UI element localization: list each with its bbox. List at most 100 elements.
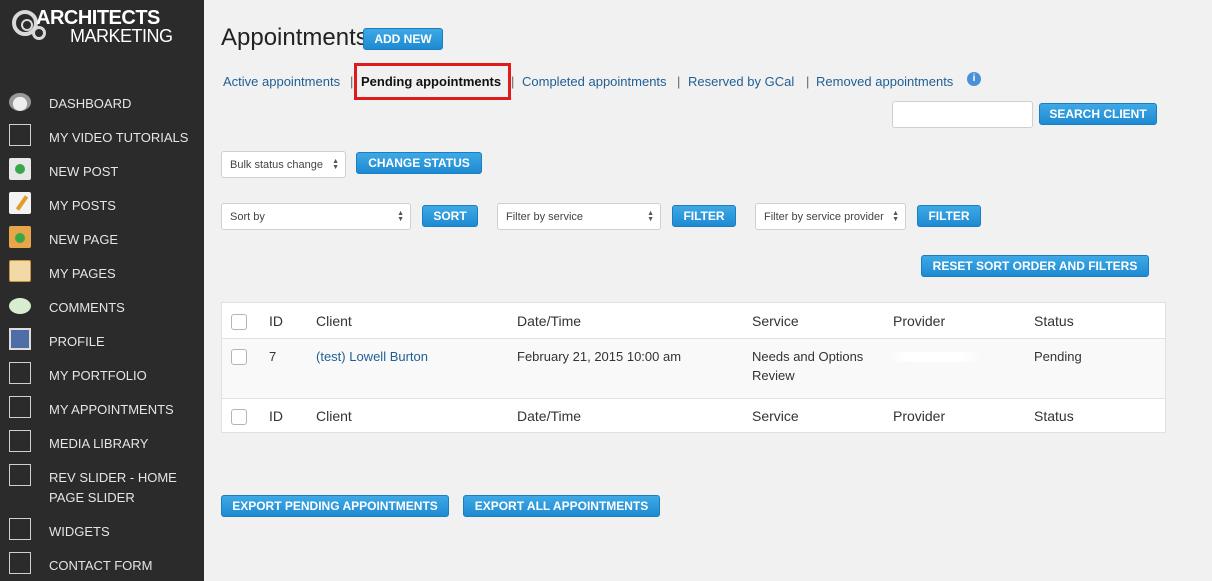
filter-provider-button[interactable]: FILTER [917,205,981,227]
filter-provider-value: Filter by service provider [764,210,884,223]
sidebar-item-label: NEW POST [49,164,119,179]
sidebar-item-my-pages[interactable]: MY PAGES [0,258,204,288]
tab-pending-appointments[interactable]: Pending appointments [361,74,501,89]
tab-separator: | [677,74,681,89]
column-header-client[interactable]: Client [316,313,352,329]
info-icon[interactable]: i [967,72,981,86]
row-id: 7 [269,349,277,364]
table-footer-row: ID Client Date/Time Service Provider Sta… [222,398,1165,433]
bulk-status-value: Bulk status change [230,158,323,171]
new-page-icon [9,226,31,248]
filter-provider-select[interactable]: Filter by service provider ▲ ▼ [755,203,906,230]
placeholder-box-icon [9,518,31,540]
filter-service-button[interactable]: FILTER [672,205,736,227]
page-title: Appointments [221,24,368,51]
sidebar-item-label: CONTACT FORM [49,558,153,573]
tab-reserved-by-gcal[interactable]: Reserved by GCal [688,74,794,89]
sort-by-select[interactable]: Sort by ▲ ▼ [221,203,411,230]
appointments-table: ID Client Date/Time Service Provider Sta… [221,302,1166,433]
tab-separator: | [806,74,810,89]
select-all-checkbox[interactable] [231,314,247,330]
placeholder-box-icon [9,552,31,574]
filter-service-select[interactable]: Filter by service ▲ ▼ [497,203,661,230]
sidebar-item-comments[interactable]: COMMENTS [0,292,204,322]
sidebar-item-label: REV SLIDER - HOME PAGE SLIDER [49,470,177,505]
sidebar-item-my-portfolio[interactable]: MY PORTFOLIO [0,360,204,390]
sidebar-item-new-page[interactable]: NEW PAGE [0,224,204,254]
sidebar: ARCHITECTS MARKETING DASHBOARD MY VIDEO … [0,0,204,581]
column-footer-datetime[interactable]: Date/Time [517,408,581,424]
column-footer-provider[interactable]: Provider [893,408,945,424]
export-pending-button[interactable]: EXPORT PENDING APPOINTMENTS [221,495,449,517]
row-checkbox[interactable] [231,349,247,365]
profile-icon [9,328,31,350]
select-arrows-icon: ▲ ▼ [397,210,404,223]
sidebar-item-label: WIDGETS [49,524,110,539]
search-client-input[interactable] [892,101,1033,128]
sort-by-value: Sort by [230,210,265,223]
sidebar-item-my-appointments[interactable]: MY APPOINTMENTS [0,394,204,424]
sidebar-item-label: NEW PAGE [49,232,119,247]
column-footer-id[interactable]: ID [269,408,283,424]
tab-separator: | [350,74,354,89]
sidebar-item-profile[interactable]: PROFILE [0,326,204,356]
row-datetime: February 21, 2015 10:00 am [517,349,682,364]
column-footer-service[interactable]: Service [752,408,799,424]
placeholder-box-icon [9,124,31,146]
sidebar-item-my-posts[interactable]: MY POSTS [0,190,204,220]
column-footer-client[interactable]: Client [316,408,352,424]
sort-button[interactable]: SORT [422,205,478,227]
placeholder-box-icon [9,362,31,384]
provider-redacted [889,352,981,362]
sidebar-item-label: MEDIA LIBRARY [49,436,149,451]
search-client-button[interactable]: SEARCH CLIENT [1039,103,1157,125]
select-all-checkbox-footer[interactable] [231,409,247,425]
logo-line2: MARKETING [70,26,173,46]
sidebar-item-my-video-tutorials[interactable]: MY VIDEO TUTORIALS [0,122,204,152]
row-service-line1: Needs and Options [752,349,864,364]
sidebar-item-dashboard[interactable]: DASHBOARD [0,88,204,118]
sidebar-item-widgets[interactable]: WIDGETS [0,516,204,546]
sidebar-item-contact-form[interactable]: CONTACT FORM [0,550,204,580]
tab-active-appointments[interactable]: Active appointments [223,74,340,89]
select-arrows-icon: ▲ ▼ [332,158,339,171]
bulk-status-select[interactable]: Bulk status change ▲ ▼ [221,151,346,178]
column-header-id[interactable]: ID [269,313,283,329]
sidebar-item-label: MY PORTFOLIO [49,368,147,383]
sidebar-item-label: MY PAGES [49,266,116,281]
sidebar-item-label: PROFILE [49,334,105,349]
add-new-button[interactable]: ADD NEW [363,28,443,50]
column-header-status[interactable]: Status [1034,313,1074,329]
column-header-datetime[interactable]: Date/Time [517,313,581,329]
export-all-button[interactable]: EXPORT ALL APPOINTMENTS [463,495,660,517]
sidebar-item-label: MY POSTS [49,198,116,213]
column-header-provider[interactable]: Provider [893,313,945,329]
row-status: Pending [1034,349,1082,364]
sidebar-item-new-post[interactable]: NEW POST [0,156,204,186]
sidebar-item-rev-slider[interactable]: REV SLIDER - HOME PAGE SLIDER [0,462,204,506]
column-header-service[interactable]: Service [752,313,799,329]
placeholder-box-icon [9,464,31,486]
column-footer-status[interactable]: Status [1034,408,1074,424]
client-link[interactable]: (test) Lowell Burton [316,347,428,366]
sidebar-item-media-library[interactable]: MEDIA LIBRARY [0,428,204,458]
table-header-row: ID Client Date/Time Service Provider Sta… [222,303,1165,339]
architects-marketing-logo[interactable]: ARCHITECTS MARKETING [12,8,182,48]
new-post-icon [9,158,31,180]
sidebar-item-label: MY VIDEO TUTORIALS [49,130,189,145]
select-arrows-icon: ▲ ▼ [647,210,654,223]
tab-completed-appointments[interactable]: Completed appointments [522,74,667,89]
row-service-line2: Review [752,368,795,383]
tab-removed-appointments[interactable]: Removed appointments [816,74,953,89]
filter-service-value: Filter by service [506,210,584,223]
change-status-button[interactable]: CHANGE STATUS [356,152,482,174]
sidebar-item-label: MY APPOINTMENTS [49,402,174,417]
sidebar-item-label: DASHBOARD [49,96,132,111]
comments-icon [9,298,31,314]
my-pages-icon [9,260,31,282]
table-row: 7 (test) Lowell Burton February 21, 2015… [222,339,1165,398]
select-arrows-icon: ▲ ▼ [892,210,899,223]
tab-separator: | [511,74,515,89]
placeholder-box-icon [9,396,31,418]
reset-sort-filters-button[interactable]: RESET SORT ORDER AND FILTERS [921,255,1149,277]
